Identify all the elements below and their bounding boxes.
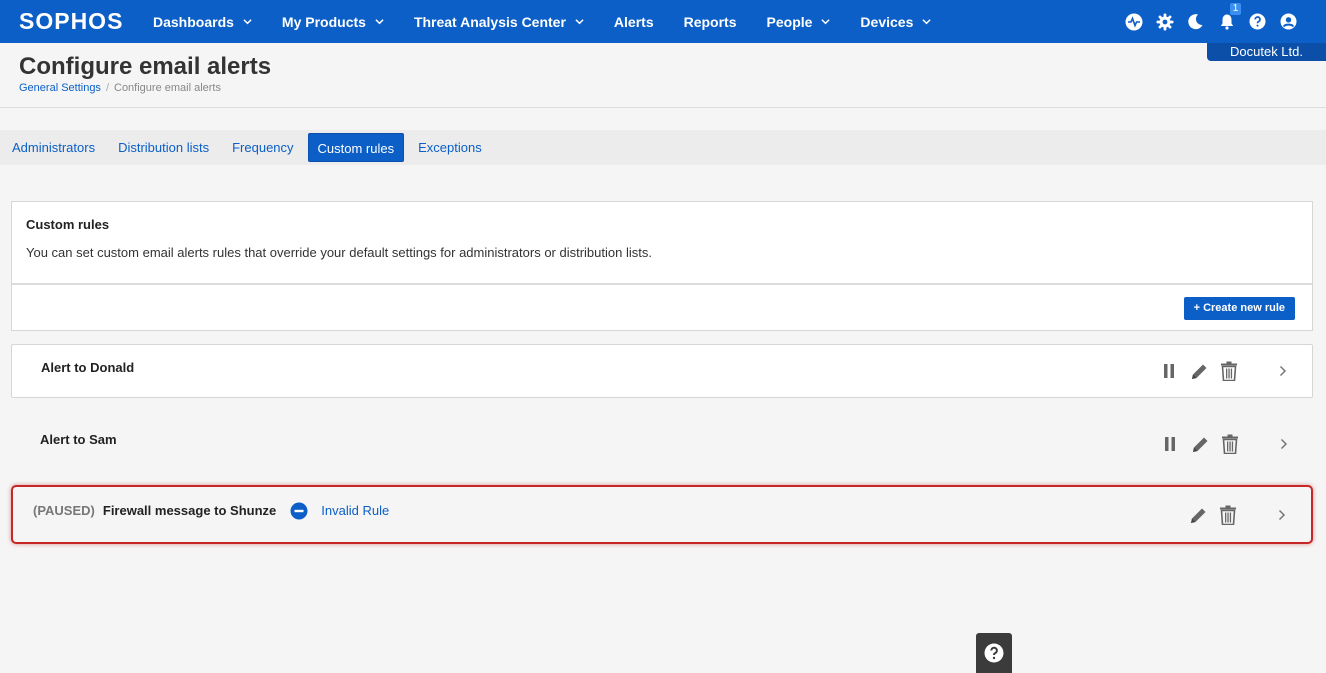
top-navigation-bar: SOPHOS Dashboards My Products Threat Ana…	[0, 0, 1326, 43]
chevron-down-icon	[375, 19, 384, 25]
edit-pencil-icon[interactable]	[1188, 505, 1208, 525]
pause-icon[interactable]	[1159, 361, 1179, 381]
create-new-rule-button[interactable]: + Create new rule	[1183, 297, 1295, 320]
help-icon	[984, 643, 1004, 663]
nav-threat-analysis-center-label: Threat Analysis Center	[413, 13, 566, 30]
moon-icon[interactable]	[1186, 12, 1205, 31]
chevron-down-icon	[243, 19, 252, 25]
nav-utility-icons: 1	[1124, 0, 1298, 43]
nav-reports-label: Reports	[683, 13, 737, 30]
rule-row-alert-to-donald[interactable]: Alert to Donald	[11, 344, 1313, 398]
custom-rules-panel: Custom rules You can set custom email al…	[11, 201, 1313, 331]
breadcrumb-general-settings-link[interactable]: General Settings	[19, 82, 101, 94]
help-icon[interactable]	[1248, 12, 1267, 31]
edit-pencil-icon[interactable]	[1189, 361, 1209, 381]
trash-icon[interactable]	[1219, 361, 1239, 381]
nav-reports[interactable]: Reports	[684, 0, 737, 43]
edit-pencil-icon[interactable]	[1190, 434, 1210, 454]
rule-actions	[1178, 505, 1291, 525]
custom-rules-panel-header: Custom rules You can set custom email al…	[12, 202, 1312, 285]
chevron-right-icon[interactable]	[1272, 361, 1292, 381]
rule-actions	[1149, 361, 1292, 381]
chevron-right-icon[interactable]	[1271, 505, 1291, 525]
nav-alerts[interactable]: Alerts	[614, 0, 654, 43]
sophos-logo[interactable]: SOPHOS	[19, 8, 153, 35]
nav-people[interactable]: People	[767, 0, 831, 43]
chevron-right-icon[interactable]	[1273, 434, 1293, 454]
rule-row-firewall-message-to-shunze[interactable]: (PAUSED) Firewall message to Shunze Inva…	[11, 485, 1313, 544]
settings-tab-bar: Administrators Distribution lists Freque…	[0, 130, 1326, 165]
rule-actions	[1150, 434, 1293, 454]
breadcrumb: General Settings / Configure email alerts	[19, 82, 221, 94]
invalid-rule-link[interactable]: Invalid Rule	[321, 503, 389, 518]
notification-count-badge: 1	[1230, 3, 1241, 15]
breadcrumb-current: Configure email alerts	[114, 82, 221, 94]
panel-description: You can set custom email alerts rules th…	[26, 245, 652, 260]
bell-icon[interactable]: 1	[1217, 3, 1241, 31]
pause-icon[interactable]	[1160, 434, 1180, 454]
nav-alerts-label: Alerts	[613, 13, 654, 30]
tab-frequency[interactable]: Frequency	[223, 133, 302, 162]
health-icon[interactable]	[1124, 12, 1143, 31]
nav-devices-label: Devices	[860, 13, 914, 30]
nav-my-products[interactable]: My Products	[282, 0, 384, 43]
floating-help-button[interactable]	[976, 633, 1012, 673]
chevron-down-icon	[922, 19, 931, 25]
user-icon[interactable]	[1279, 12, 1298, 31]
tab-custom-rules[interactable]: Custom rules	[307, 133, 405, 162]
nav-people-label: People	[766, 13, 813, 30]
invalid-rule-icon	[290, 502, 308, 519]
nav-threat-analysis-center[interactable]: Threat Analysis Center	[414, 0, 584, 43]
gear-icon[interactable]	[1155, 12, 1174, 31]
panel-title: Custom rules	[26, 217, 110, 232]
nav-dashboards[interactable]: Dashboards	[153, 0, 252, 43]
chevron-down-icon	[575, 19, 584, 25]
breadcrumb-separator: /	[105, 82, 109, 94]
rule-name: Firewall message to Shunze	[102, 503, 277, 518]
header-divider	[0, 107, 1326, 108]
trash-icon[interactable]	[1218, 505, 1238, 525]
tab-distribution-lists[interactable]: Distribution lists	[109, 133, 218, 162]
trash-icon[interactable]	[1220, 434, 1240, 454]
nav-devices[interactable]: Devices	[860, 0, 931, 43]
page-title: Configure email alerts	[19, 53, 272, 80]
nav-dashboards-label: Dashboards	[153, 13, 234, 30]
tab-administrators[interactable]: Administrators	[3, 133, 104, 162]
rule-name: Alert to Donald	[41, 360, 135, 375]
nav-my-products-label: My Products	[281, 13, 366, 30]
chevron-down-icon	[821, 19, 831, 25]
tab-exceptions[interactable]: Exceptions	[409, 133, 491, 162]
rule-row-alert-to-sam[interactable]: Alert to Sam	[11, 416, 1313, 470]
rule-name: Alert to Sam	[40, 432, 117, 447]
paused-status-label: (PAUSED)	[33, 503, 95, 518]
tenant-name-tag[interactable]: Docutek Ltd.	[1207, 43, 1326, 61]
